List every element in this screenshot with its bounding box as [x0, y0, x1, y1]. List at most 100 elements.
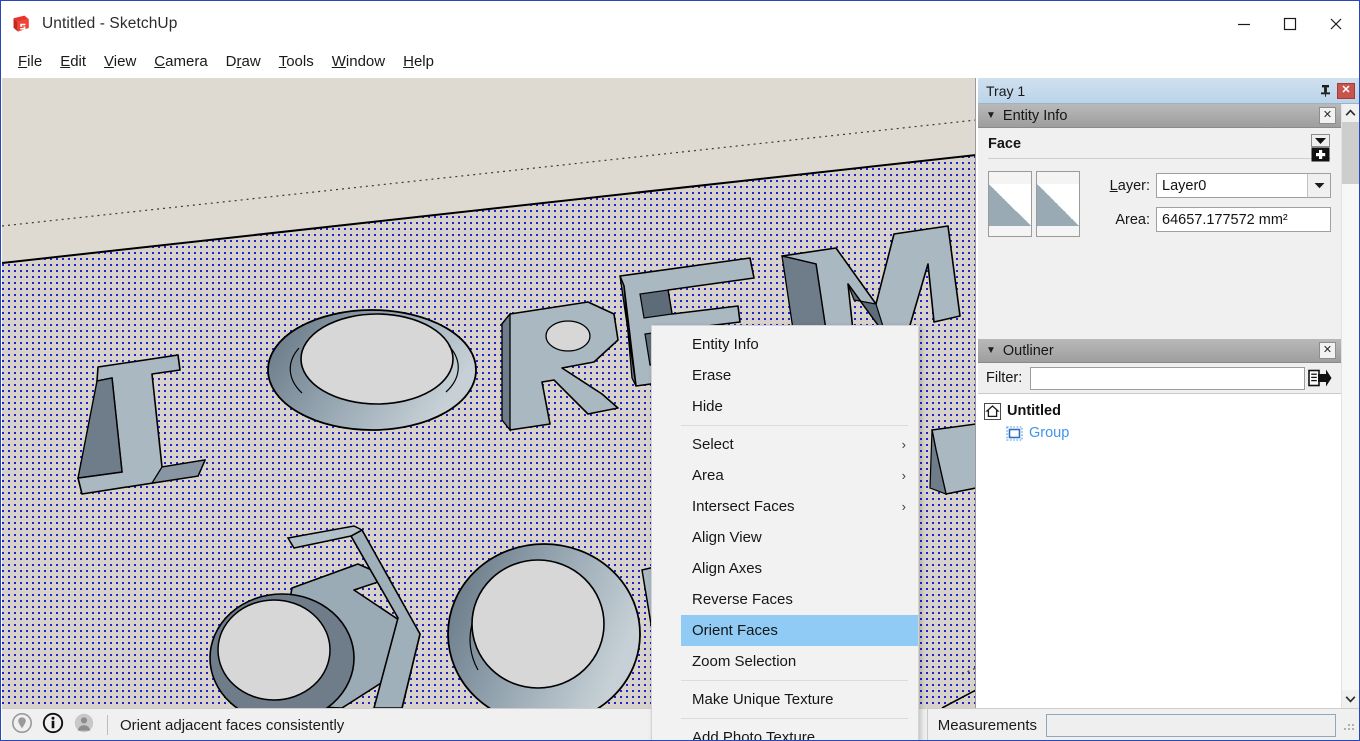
collapse-triangle-icon[interactable]: ▼ [986, 345, 996, 356]
ctx-separator [662, 425, 908, 426]
tray-body: ▼ Entity Info ✕ Face Layer: Layer0 Area:… [978, 104, 1359, 708]
letter-partial-right [929, 423, 975, 495]
minimize-button[interactable] [1221, 1, 1267, 46]
ctx-label: Add Photo Texture [692, 729, 816, 741]
account-icon[interactable] [73, 712, 95, 739]
ctx-item-select[interactable]: Select › [652, 429, 918, 460]
tree-row-untitled[interactable]: Untitled [984, 400, 1341, 422]
ctx-label: Erase [692, 367, 732, 384]
back-face-swatch[interactable] [1036, 171, 1080, 237]
menu-camera[interactable]: Camera [145, 51, 216, 72]
ctx-item-intersect-faces[interactable]: Intersect Faces › [652, 491, 918, 522]
expand-details-icon[interactable] [1311, 134, 1330, 162]
menu-file[interactable]: File [9, 51, 51, 72]
ctx-label: Zoom Selection [692, 653, 797, 670]
tray-panel: Tray 1 ✕ ▼ Entity Info ✕ Face Layer: Lay… [978, 78, 1359, 708]
status-divider [107, 715, 108, 735]
window-title: Untitled - SketchUp [42, 14, 178, 32]
outliner-header[interactable]: ▼ Outliner ✕ [978, 339, 1341, 363]
status-message: Orient adjacent faces consistently [120, 716, 345, 734]
context-menu-rail [652, 326, 681, 740]
collapse-triangle-icon[interactable]: ▼ [986, 110, 996, 121]
ctx-item-erase[interactable]: Erase [652, 360, 918, 391]
info-icon[interactable] [42, 712, 64, 739]
ctx-item-add-photo-texture[interactable]: Add Photo Texture [652, 722, 918, 741]
ctx-label: Area [692, 467, 724, 484]
ctx-item-align-view[interactable]: Align View [652, 522, 918, 553]
tree-row-group[interactable]: Group [984, 422, 1341, 444]
menu-bar: File Edit View Camera Draw Tools Window … [1, 46, 1359, 77]
context-menu[interactable]: Entity Info Erase Hide Select › Area › Int… [651, 325, 919, 741]
ctx-label: Entity Info [692, 336, 759, 353]
measurements-text-input[interactable] [1047, 714, 1335, 736]
ctx-item-zoom-selection[interactable]: Zoom Selection [652, 646, 918, 677]
outliner-title: Outliner [1002, 342, 1054, 359]
ctx-label: Align Axes [692, 560, 763, 577]
ctx-label: Make Unique Texture [692, 691, 834, 708]
ctx-item-reverse-faces[interactable]: Reverse Faces [652, 584, 918, 615]
home-icon [984, 402, 1001, 420]
tray-title-buttons: ✕ [1317, 82, 1359, 100]
area-label: Area: [1115, 211, 1150, 228]
entity-type-label: Face [988, 136, 1022, 152]
layer-label: Layer: [1109, 177, 1150, 194]
letter-o2 [447, 543, 641, 708]
context-menu-items: Entity Info Erase Hide Select › Area › Int… [652, 329, 918, 741]
scroll-up-icon[interactable] [1342, 104, 1359, 122]
pin-icon[interactable] [1317, 82, 1333, 100]
entity-info-divider [988, 158, 1331, 159]
area-value-field[interactable]: 64657.177572 mm² [1156, 207, 1331, 232]
filter-input[interactable] [1030, 366, 1305, 390]
entity-info-title: Entity Info [1002, 107, 1068, 124]
chevron-down-icon[interactable] [1307, 174, 1330, 197]
chevron-right-icon: › [901, 468, 906, 483]
menu-tools[interactable]: Tools [270, 51, 323, 72]
chevron-right-icon: › [901, 499, 906, 514]
outliner-tree[interactable]: Untitled Group [978, 394, 1341, 708]
filter-label: Filter: [986, 370, 1023, 386]
tray-title-bar[interactable]: Tray 1 ✕ [978, 78, 1359, 104]
close-button[interactable] [1313, 1, 1359, 46]
front-face-swatch[interactable] [988, 171, 1032, 237]
maximize-button[interactable] [1267, 1, 1313, 46]
chevron-right-icon: › [901, 437, 906, 452]
letter-O [267, 309, 477, 431]
layer-row: Layer: Layer0 [1092, 173, 1331, 198]
measurements-input[interactable] [1046, 713, 1336, 737]
entity-info-close-button[interactable]: ✕ [1319, 107, 1336, 124]
scroll-track[interactable] [1342, 122, 1359, 690]
ctx-separator [662, 680, 908, 681]
outliner-close-button[interactable]: ✕ [1319, 342, 1336, 359]
ctx-item-entity-info[interactable]: Entity Info [652, 329, 918, 360]
menu-edit[interactable]: Edit [51, 51, 95, 72]
ctx-item-orient-faces[interactable]: Orient Faces [652, 615, 918, 646]
tree-label: Group [1029, 425, 1070, 441]
resize-grip-icon[interactable] [1342, 718, 1356, 732]
entity-info-header[interactable]: ▼ Entity Info ✕ [978, 104, 1341, 128]
outliner-body: Filter: Untitled Group [978, 363, 1341, 708]
outliner-details-icon[interactable] [1305, 365, 1335, 391]
layer-combobox[interactable]: Layer0 [1156, 173, 1331, 198]
menu-view[interactable]: View [95, 51, 145, 72]
scroll-thumb[interactable] [1342, 122, 1359, 184]
menu-help[interactable]: Help [394, 51, 443, 72]
sketchup-logo-icon [10, 13, 32, 35]
menu-window[interactable]: Window [323, 51, 394, 72]
area-row: Area: 64657.177572 mm² [1092, 207, 1331, 232]
ctx-item-area[interactable]: Area › [652, 460, 918, 491]
filter-text-input[interactable] [1031, 367, 1304, 389]
tray-close-button[interactable]: ✕ [1337, 82, 1355, 99]
tree-label: Untitled [1007, 403, 1061, 419]
location-pin-icon[interactable] [11, 712, 33, 739]
ctx-label: Intersect Faces [692, 498, 795, 515]
ctx-item-align-axes[interactable]: Align Axes [652, 553, 918, 584]
menu-draw[interactable]: Draw [217, 51, 270, 72]
scroll-down-icon[interactable] [1342, 690, 1359, 708]
outliner-filter-row: Filter: [978, 363, 1341, 394]
entity-info-body: Face Layer: Layer0 Area: 64657.177572 mm… [978, 128, 1341, 339]
tray-scrollbar[interactable] [1341, 104, 1359, 708]
measurements-box: Measurements [926, 708, 1359, 740]
status-divider-2 [926, 708, 928, 740]
ctx-item-make-unique-texture[interactable]: Make Unique Texture [652, 684, 918, 715]
ctx-item-hide[interactable]: Hide [652, 391, 918, 422]
